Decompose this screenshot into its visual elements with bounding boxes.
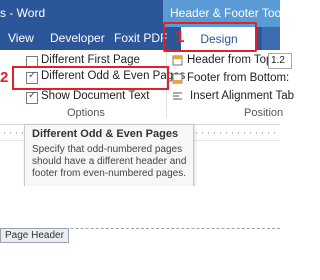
highlight-odd-even-option (12, 66, 169, 90)
tab-row-edge (262, 27, 280, 50)
options-group-label: Options (67, 107, 105, 119)
show-document-text-label: Show Document Text (41, 90, 150, 102)
header-from-top-icon (172, 55, 183, 66)
insert-alignment-tab-button[interactable]: Insert Alignment Tab (190, 90, 294, 102)
ruler-tick (214, 132, 215, 134)
footer-from-bottom-icon (172, 73, 183, 84)
ruler-tick (4, 132, 5, 134)
tab-view[interactable]: View (8, 31, 34, 45)
ruler-tick (202, 132, 203, 134)
ruler-tick (256, 132, 257, 134)
ruler-tick (16, 132, 17, 134)
window-title: s - Word (0, 6, 46, 20)
ruler-tick (244, 132, 245, 134)
step-1-marker: 1 (175, 27, 185, 46)
ruler-tick (220, 132, 221, 134)
ruler-tick (250, 132, 251, 134)
tab-foxit-pdf[interactable]: Foxit PDF (114, 31, 167, 45)
ruler-tick (226, 132, 227, 134)
insert-alignment-tab-icon (173, 92, 182, 100)
position-group-label: Position (244, 107, 284, 119)
footer-from-bottom-label[interactable]: Footer from Bottom: (187, 72, 289, 84)
different-first-page-label: Different First Page (41, 54, 140, 66)
ruler-tick (22, 132, 23, 134)
ruler-tick (262, 132, 263, 134)
ruler-tick (196, 132, 197, 134)
check-icon: ✓ (28, 90, 37, 101)
page-header-tag: Page Header (0, 228, 69, 243)
header-from-top-input[interactable]: 1.2 (268, 53, 292, 69)
tab-developer[interactable]: Developer (50, 31, 105, 45)
tooltip-body: Specify that odd-numbered pages should h… (32, 144, 187, 179)
ruler-tick (232, 132, 233, 134)
ruler-tick (208, 132, 209, 134)
ruler-tick (10, 132, 11, 134)
header-from-top-label: Header from Top: (187, 54, 276, 66)
contextual-tab-group-label: Header & Footer Tools (170, 6, 290, 20)
show-document-text-checkbox[interactable]: ✓ (26, 90, 38, 104)
step-2-marker: 2 (0, 69, 9, 86)
ruler-tick (274, 132, 275, 134)
ruler-tick (268, 132, 269, 134)
tooltip-title: Different Odd & Even Pages (32, 128, 179, 140)
ruler-tick (238, 132, 239, 134)
